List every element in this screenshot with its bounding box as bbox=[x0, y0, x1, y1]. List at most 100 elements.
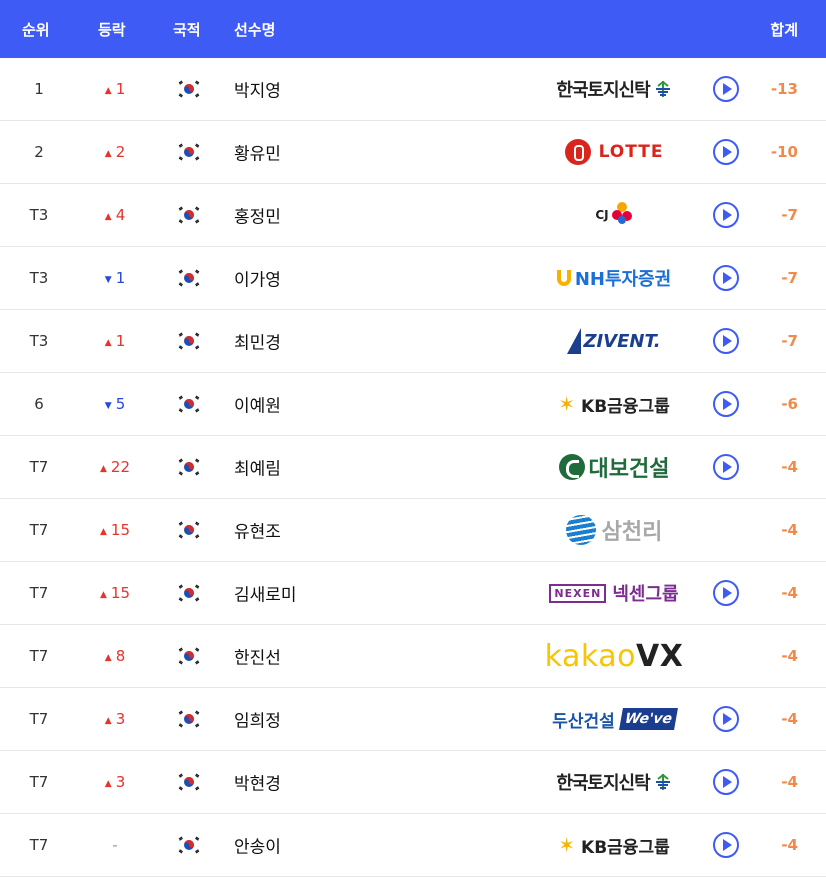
table-row[interactable]: T3 ▲ 1 최민경 ZIVENT. -7 bbox=[0, 310, 826, 373]
arrow-up-icon: ▲ bbox=[104, 779, 112, 789]
play-icon bbox=[723, 335, 732, 347]
player-name[interactable]: 이가영 bbox=[234, 266, 281, 291]
korea-flag-icon bbox=[176, 645, 202, 667]
total-score: -4 bbox=[781, 773, 798, 791]
rank-cell: T3 bbox=[29, 206, 49, 224]
sponsor-name: 한국토지신탁 bbox=[556, 80, 650, 101]
play-button[interactable] bbox=[713, 76, 739, 102]
play-button[interactable] bbox=[713, 139, 739, 165]
table-row[interactable]: 2 ▲ 2 황유민 LOTTE -10 bbox=[0, 121, 826, 184]
rank-change: - bbox=[80, 836, 150, 854]
sponsor-cell: 삼천리 bbox=[520, 510, 708, 550]
player-name[interactable]: 박지영 bbox=[234, 77, 281, 102]
kb-star-icon: ✶ bbox=[558, 833, 576, 857]
rank-change-value: 15 bbox=[110, 584, 130, 602]
play-icon bbox=[723, 776, 732, 788]
ziv-mark-icon bbox=[567, 328, 582, 354]
player-name[interactable]: 유현조 bbox=[234, 518, 281, 543]
rank-change: ▲ 3 bbox=[80, 773, 150, 791]
rank-cell: 2 bbox=[34, 143, 44, 161]
play-button[interactable] bbox=[713, 391, 739, 417]
sponsor-cell: 두산건설 We've bbox=[520, 699, 708, 739]
rank-cell: T7 bbox=[29, 584, 49, 602]
play-button[interactable] bbox=[713, 265, 739, 291]
play-icon bbox=[723, 272, 732, 284]
player-name[interactable]: 이예원 bbox=[234, 392, 281, 417]
table-row[interactable]: T3 ▼ 1 이가영 NH투자증권 -7 bbox=[0, 247, 826, 310]
sponsor-logo-daebo: 대보건설 bbox=[558, 451, 669, 483]
table-row[interactable]: T7 ▲ 15 김새로미 NEXEN 넥센그룹 -4 bbox=[0, 562, 826, 625]
total-score: -7 bbox=[781, 206, 798, 224]
table-row[interactable]: T7 ▲ 22 최예림 대보건설 -4 bbox=[0, 436, 826, 499]
play-icon bbox=[723, 83, 732, 95]
rank-cell: T3 bbox=[29, 332, 49, 350]
korea-flag-icon bbox=[176, 708, 202, 730]
arrow-up-icon: ▲ bbox=[99, 464, 107, 474]
korea-flag-icon bbox=[176, 834, 202, 856]
play-button[interactable] bbox=[713, 328, 739, 354]
header-move: 등락 bbox=[98, 21, 126, 39]
table-row[interactable]: T7 ▲ 15 유현조 삼천리 -4 bbox=[0, 499, 826, 562]
sponsor-name-a: kakao bbox=[544, 638, 636, 674]
korea-flag-icon bbox=[176, 519, 202, 541]
play-icon bbox=[723, 461, 732, 473]
sponsor-cell: LOTTE bbox=[520, 132, 708, 172]
rank-cell: T7 bbox=[29, 710, 49, 728]
kb-star-icon: ✶ bbox=[558, 392, 576, 416]
total-score: -7 bbox=[781, 269, 798, 287]
total-score: -4 bbox=[781, 458, 798, 476]
play-icon bbox=[723, 209, 732, 221]
sponsor-logo-hankook: 한국토지신탁 bbox=[556, 76, 671, 102]
arrow-up-icon: ▲ bbox=[104, 212, 112, 222]
rank-change: ▲ 2 bbox=[80, 143, 150, 161]
table-row[interactable]: 1 ▲ 1 박지영 한국토지신탁 -13 bbox=[0, 58, 826, 121]
total-score: -10 bbox=[770, 143, 798, 161]
player-name[interactable]: 김새로미 bbox=[234, 581, 297, 606]
total-score: -6 bbox=[781, 395, 798, 413]
sponsor-cell: ZIVENT. bbox=[520, 321, 708, 361]
play-button[interactable] bbox=[713, 832, 739, 858]
player-name[interactable]: 박현경 bbox=[234, 770, 281, 795]
rank-change-value: 15 bbox=[110, 521, 130, 539]
player-name[interactable]: 안송이 bbox=[234, 833, 281, 858]
player-name[interactable]: 최민경 bbox=[234, 329, 281, 354]
player-name[interactable]: 임희정 bbox=[234, 707, 281, 732]
play-button[interactable] bbox=[713, 202, 739, 228]
sponsor-cell: NH투자증권 bbox=[520, 258, 708, 298]
korea-flag-icon bbox=[176, 330, 202, 352]
player-name[interactable]: 황유민 bbox=[234, 140, 281, 165]
total-score: -4 bbox=[781, 836, 798, 854]
rank-change: ▲ 15 bbox=[80, 521, 150, 539]
play-button[interactable] bbox=[713, 454, 739, 480]
play-button[interactable] bbox=[713, 706, 739, 732]
table-row[interactable]: T7 ▲ 3 박현경 한국토지신탁 -4 bbox=[0, 751, 826, 814]
sponsor-logo-kb: ✶ KB금융그룹 bbox=[558, 833, 669, 858]
player-name[interactable]: 한진선 bbox=[234, 644, 281, 669]
total-score: -13 bbox=[770, 80, 798, 98]
rank-change: ▲ 8 bbox=[80, 647, 150, 665]
table-row[interactable]: T7 ▲ 3 임희정 두산건설 We've -4 bbox=[0, 688, 826, 751]
player-name[interactable]: 홍정민 bbox=[234, 203, 281, 228]
table-row[interactable]: T7 ▲ 8 한진선 kakaoVX -4 bbox=[0, 625, 826, 688]
rank-change-value: 2 bbox=[115, 143, 126, 161]
sponsor-cell: kakaoVX bbox=[520, 636, 708, 676]
sponsor-name: KB금융그룹 bbox=[581, 837, 670, 858]
nh-mark-icon bbox=[556, 270, 571, 286]
table-row[interactable]: 6 ▼ 5 이예원 ✶ KB금융그룹 -6 bbox=[0, 373, 826, 436]
player-name[interactable]: 최예림 bbox=[234, 455, 281, 480]
leaderboard-list: 1 ▲ 1 박지영 한국토지신탁 -13 2 ▲ 2 황유민 LOTTE -10 T3 ▲ 4 홍정민 CJ -7… bbox=[0, 58, 826, 877]
rank-change-value: 3 bbox=[115, 710, 126, 728]
play-button[interactable] bbox=[713, 769, 739, 795]
arrow-up-icon: ▲ bbox=[104, 149, 112, 159]
sponsor-name: LOTTE bbox=[598, 142, 664, 162]
rank-change-value: 4 bbox=[115, 206, 126, 224]
total-score: -4 bbox=[781, 647, 798, 665]
play-button[interactable] bbox=[713, 580, 739, 606]
table-row[interactable]: T7 - 안송이 ✶ KB금융그룹 -4 bbox=[0, 814, 826, 877]
rank-cell: T7 bbox=[29, 773, 49, 791]
play-icon bbox=[723, 398, 732, 410]
table-row[interactable]: T3 ▲ 4 홍정민 CJ -7 bbox=[0, 184, 826, 247]
sponsor-cell: ✶ KB금융그룹 bbox=[520, 384, 708, 424]
korea-flag-icon bbox=[176, 456, 202, 478]
rank-cell: T3 bbox=[29, 269, 49, 287]
